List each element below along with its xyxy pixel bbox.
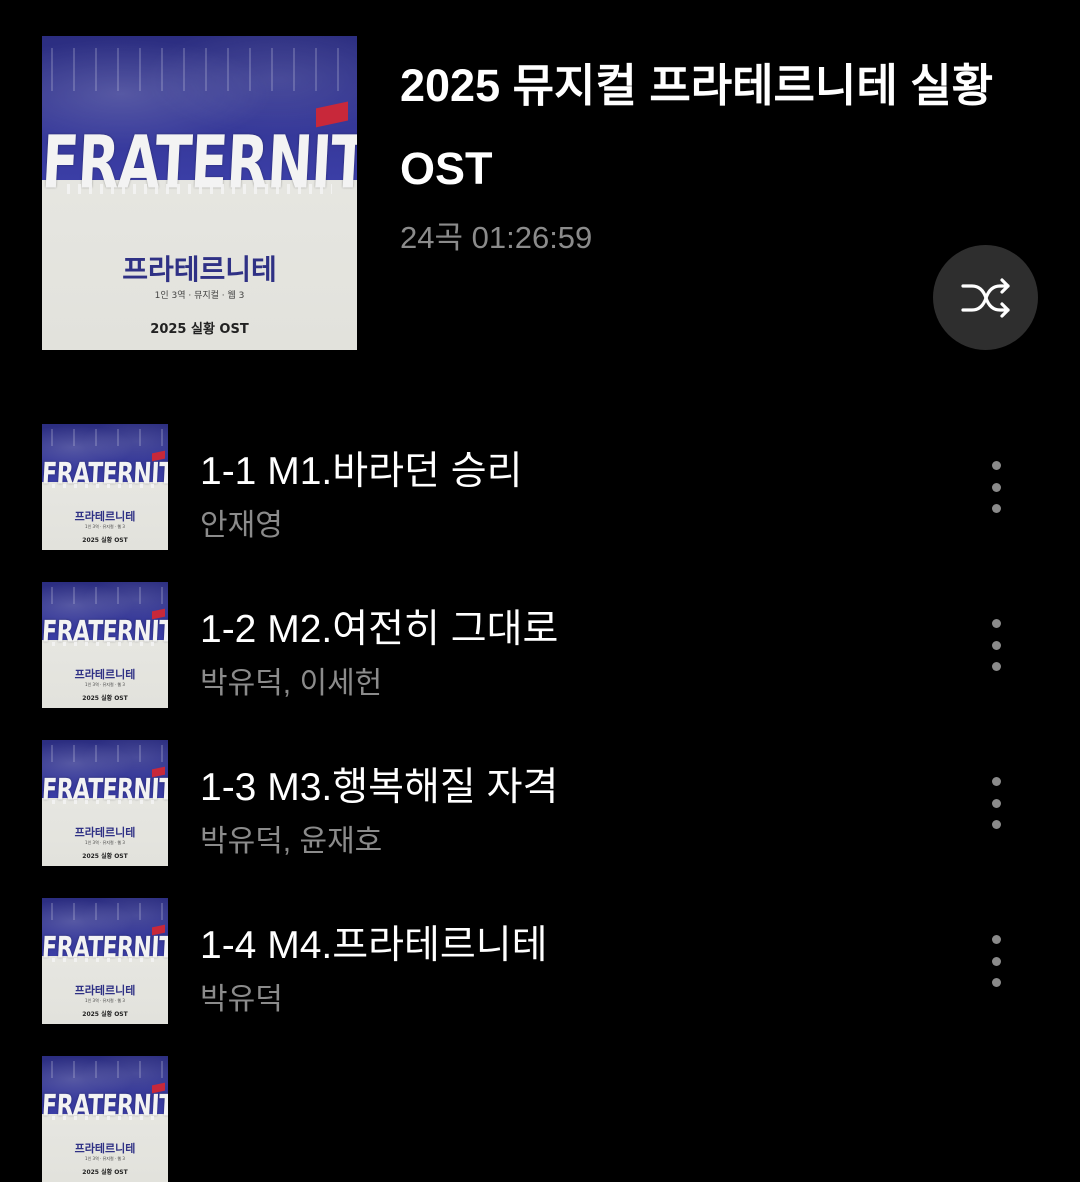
more-vertical-icon-dot (991, 662, 1001, 671)
cover-small-text: 1인 3역 · 뮤지컬 · 웹 3 (85, 1156, 125, 1161)
track-thumbnail: FRATERNITE 프라테르니테 1인 3역 · 뮤지컬 · 웹 3 2025… (42, 1056, 168, 1182)
more-vertical-icon-dot (991, 482, 1001, 492)
cover-ost-line: 2025 실황 OST (82, 853, 128, 860)
shuffle-icon (960, 277, 1010, 318)
track-thumbnail: FRATERNITE 프라테르니테 1인 3역 · 뮤지컬 · 웹 3 2025… (42, 740, 168, 866)
cover-korean-title: 프라테르니테 (74, 826, 136, 839)
track-row[interactable]: FRATERNITE 프라테르니테 1인 3역 · 뮤지컬 · 웹 3 2025… (0, 898, 1080, 1024)
track-row[interactable]: FRATERNITE 프라테르니테 1인 3역 · 뮤지컬 · 웹 3 2025… (0, 424, 1080, 550)
cover-small-text: 1인 3역 · 뮤지컬 · 웹 3 (85, 682, 125, 687)
track-more-button[interactable] (976, 773, 1016, 833)
cover-wordmark-drip (52, 800, 158, 804)
track-more-button[interactable] (976, 457, 1016, 517)
more-vertical-icon-dot (991, 504, 1001, 513)
track-row[interactable]: FRATERNITE 프라테르니테 1인 3역 · 뮤지컬 · 웹 3 2025… (0, 582, 1080, 708)
track-artist: 박유덕, 윤재호 (200, 825, 383, 858)
track-row[interactable]: FRATERNITE 프라테르니테 1인 3역 · 뮤지컬 · 웹 3 2025… (0, 740, 1080, 866)
track-more-button[interactable] (976, 615, 1016, 675)
track-thumbnail: FRATERNITE 프라테르니테 1인 3역 · 뮤지컬 · 웹 3 2025… (42, 898, 168, 1024)
track-more-button[interactable] (976, 931, 1016, 991)
track-artist: 안재영 (200, 509, 283, 542)
more-vertical-icon-dot (991, 820, 1001, 829)
track-artist: 박유덕 (200, 983, 283, 1016)
cover-small-text: 1인 3역 · 뮤지컬 · 웹 3 (85, 524, 125, 529)
more-vertical-icon-dot (991, 956, 1001, 966)
cover-ost-line: 2025 실황 OST (82, 537, 128, 544)
album-cover: FRATERNITE 프라테르니테 1인 3역 · 뮤지컬 · 웹 3 2025… (42, 36, 357, 350)
cover-wordmark-drip (52, 484, 158, 488)
cover-korean-title: 프라테르니테 (74, 1142, 136, 1155)
cover-small-text: 1인 3역 · 뮤지컬 · 웹 3 (154, 291, 245, 301)
track-title: 1-2 M2.여전히 그대로 (200, 608, 559, 651)
cover-ost-line: 2025 실황 OST (82, 695, 128, 702)
cover-ost-line: 2025 실황 OST (82, 1169, 128, 1176)
track-artist: 박유덕, 이세헌 (200, 667, 383, 700)
track-thumbnail: FRATERNITE 프라테르니테 1인 3역 · 뮤지컬 · 웹 3 2025… (42, 424, 168, 550)
cover-small-text: 1인 3역 · 뮤지컬 · 웹 3 (85, 998, 125, 1003)
more-vertical-icon (991, 461, 1001, 470)
album-title: 2025 뮤지컬 프라테르니테 실황 OST (400, 60, 994, 194)
cover-wordmark-drip (52, 958, 158, 962)
track-title: 1-1 M1.바라던 승리 (200, 450, 523, 493)
cover-ost-line: 2025 실황 OST (82, 1011, 128, 1018)
shuffle-button[interactable] (933, 245, 1038, 350)
cover-korean-title: 프라테르니테 (74, 668, 136, 681)
cover-korean-title: 프라테르니테 (74, 984, 136, 997)
more-vertical-icon (991, 777, 1001, 786)
cover-korean-title: 프라테르니테 (74, 510, 136, 523)
album-meta: 24곡 01:26:59 (400, 220, 593, 255)
cover-ost-line: 2025 실황 OST (150, 322, 249, 337)
cover-korean-title: 프라테르니테 (122, 253, 277, 286)
cover-wordmark-drip (52, 642, 158, 646)
track-title: 1-3 M3.행복해질 자격 (200, 766, 559, 809)
track-row[interactable]: FRATERNITE 프라테르니테 1인 3역 · 뮤지컬 · 웹 3 2025… (0, 1056, 1080, 1182)
more-vertical-icon (991, 935, 1001, 944)
cover-wordmark-drip (67, 184, 332, 194)
more-vertical-icon-dot (991, 640, 1001, 650)
track-title: 1-4 M4.프라테르니테 (200, 924, 548, 967)
cover-wordmark-drip (52, 1116, 158, 1120)
more-vertical-icon (991, 619, 1001, 628)
more-vertical-icon-dot (991, 978, 1001, 987)
track-thumbnail: FRATERNITE 프라테르니테 1인 3역 · 뮤지컬 · 웹 3 2025… (42, 582, 168, 708)
cover-small-text: 1인 3역 · 뮤지컬 · 웹 3 (85, 840, 125, 845)
more-vertical-icon-dot (991, 798, 1001, 808)
